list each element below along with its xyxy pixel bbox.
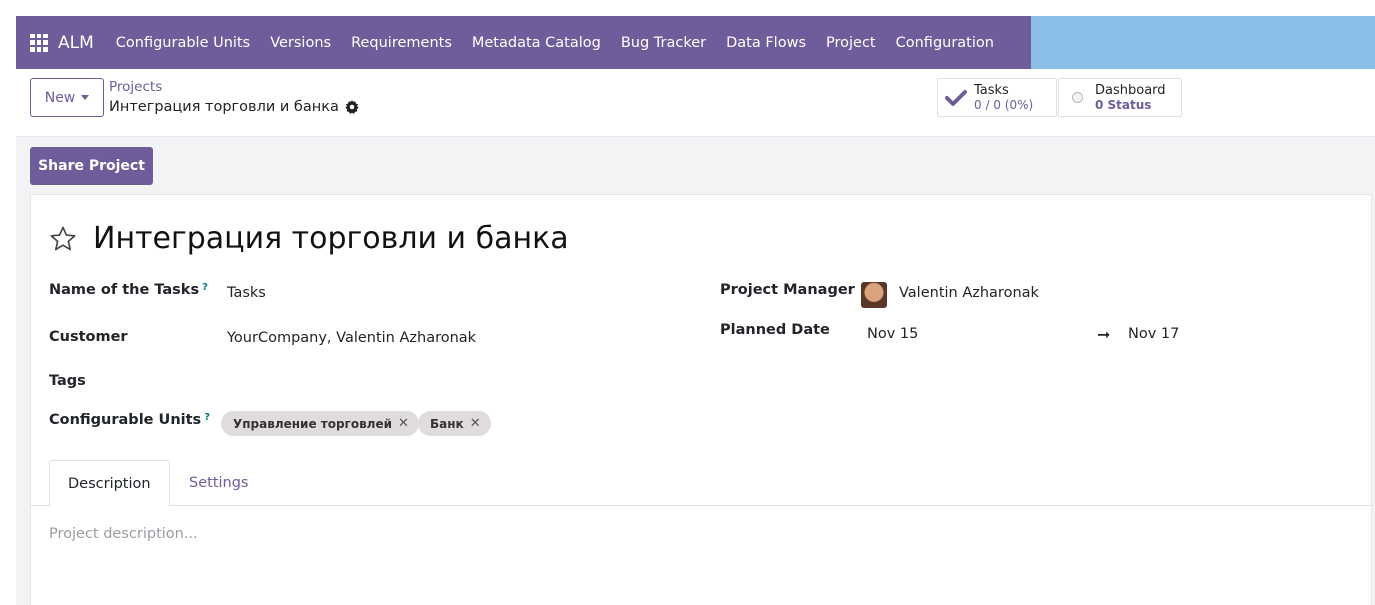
customer-field[interactable]: YourCompany, Valentin Azharonak	[227, 330, 476, 346]
control-panel: New Projects Интеграция торговли и банка…	[16, 69, 1375, 137]
menu-metadata-catalog[interactable]: Metadata Catalog	[462, 16, 611, 69]
help-icon[interactable]: ?	[202, 282, 208, 293]
dashboard-stat-value: 0 Status	[1095, 97, 1152, 112]
project-manager-label: Project Manager	[720, 282, 855, 298]
unit-tag-label: Управление торговлей	[233, 416, 392, 431]
planned-date-label: Planned Date	[720, 322, 830, 338]
description-editor[interactable]: Project description...	[49, 526, 198, 542]
top-strip	[0, 0, 1375, 16]
nav-menu-bar: ALM Configurable Units Versions Requirem…	[16, 16, 1031, 69]
menu-versions[interactable]: Versions	[260, 16, 341, 69]
menu-project[interactable]: Project	[816, 16, 886, 69]
gear-icon[interactable]	[345, 100, 359, 114]
dashboard-stat-button[interactable]: Dashboard 0 Status	[1058, 78, 1182, 117]
breadcrumb-parent[interactable]: Projects	[109, 79, 162, 95]
form-sheet: Интеграция торговли и банка Name of the …	[30, 194, 1373, 605]
close-icon[interactable]: ✕	[398, 416, 409, 431]
title-row: Интеграция торговли и банка	[49, 221, 569, 256]
breadcrumb-current-label: Интеграция торговли и банка	[109, 99, 339, 115]
breadcrumb-current: Интеграция торговли и банка	[109, 99, 359, 115]
menu-configuration[interactable]: Configuration	[886, 16, 1004, 69]
tasks-stat-value: 0 / 0 (0%)	[974, 97, 1034, 112]
help-icon[interactable]: ?	[204, 412, 210, 423]
project-title[interactable]: Интеграция торговли и банка	[93, 221, 569, 256]
arrow-right-icon: ➞	[1097, 325, 1111, 344]
main-navbar: ALM Configurable Units Versions Requirem…	[16, 16, 1375, 69]
configurable-units-label: Configurable Units?	[49, 412, 210, 428]
project-manager-field[interactable]: Valentin Azharonak	[899, 285, 1039, 301]
menu-requirements[interactable]: Requirements	[341, 16, 462, 69]
new-button-label: New	[44, 89, 76, 106]
name-of-tasks-field[interactable]: Tasks	[227, 285, 266, 301]
share-project-button[interactable]: Share Project	[30, 147, 153, 185]
new-button[interactable]: New	[30, 78, 104, 117]
unit-tag-label: Банк	[430, 416, 464, 431]
menu-data-flows[interactable]: Data Flows	[716, 16, 816, 69]
name-of-tasks-label: Name of the Tasks?	[49, 282, 208, 298]
unit-tag: Управление торговлей ✕	[221, 411, 419, 436]
status-radio-icon	[1071, 92, 1083, 103]
caret-down-icon	[81, 95, 90, 100]
menu-configurable-units[interactable]: Configurable Units	[106, 16, 260, 69]
app-brand[interactable]: ALM	[58, 33, 94, 53]
check-icon	[938, 89, 974, 107]
dashboard-stat-label: Dashboard	[1095, 82, 1166, 98]
form-area: Share Project Интеграция торговли и банк…	[16, 137, 1375, 605]
planned-end-date[interactable]: Nov 17	[1128, 326, 1179, 342]
tags-label: Tags	[49, 373, 86, 389]
tasks-stat-label: Tasks	[974, 82, 1009, 98]
menu-bug-tracker[interactable]: Bug Tracker	[611, 16, 716, 69]
customer-label: Customer	[49, 329, 128, 345]
star-favorite-icon[interactable]	[49, 225, 77, 253]
tasks-stat-button[interactable]: Tasks 0 / 0 (0%)	[937, 78, 1057, 117]
tab-settings[interactable]: Settings	[171, 460, 266, 506]
unit-tag: Банк ✕	[418, 411, 491, 436]
notebook-tabs: Description Settings	[31, 460, 1373, 507]
avatar	[861, 282, 887, 308]
tab-description[interactable]: Description	[49, 460, 170, 507]
close-icon[interactable]: ✕	[470, 416, 481, 431]
apps-grid-icon	[30, 33, 48, 52]
planned-start-date[interactable]: Nov 15	[867, 326, 918, 342]
apps-menu-button[interactable]: ALM	[16, 16, 106, 69]
